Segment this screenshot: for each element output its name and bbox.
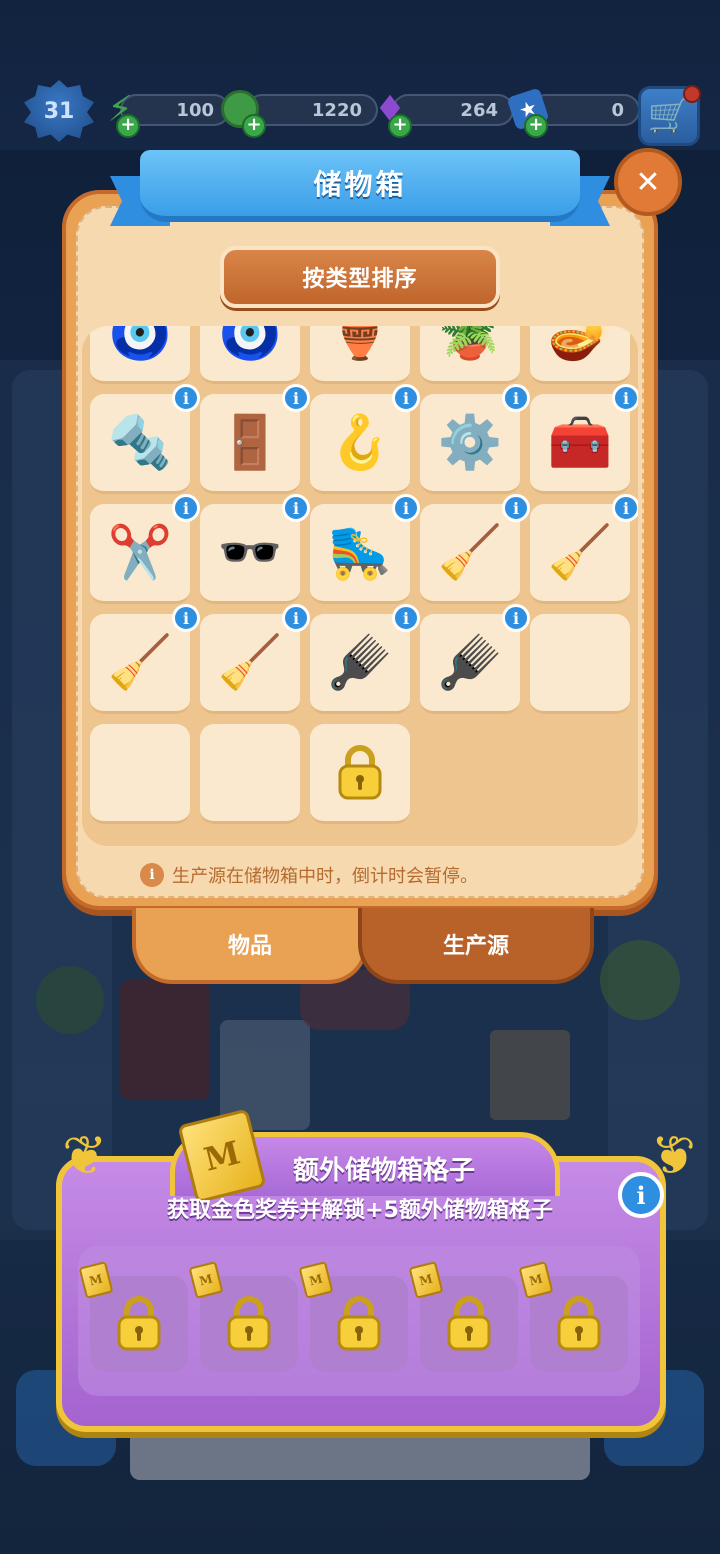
item-info-button[interactable]: i [172, 604, 200, 632]
door-panel-icon: 🚪 [217, 412, 283, 473]
dustpan-brush-icon: 🧹 [217, 632, 283, 693]
extra-locked-slot[interactable]: M [188, 1261, 298, 1372]
sort-by-type-button[interactable]: 按类型排序 [220, 246, 500, 308]
empty-slot [90, 724, 190, 824]
storage-item-scissors-rings[interactable]: ✂️ i [90, 494, 200, 604]
scrub-brush-icon: 🪮 [327, 632, 393, 693]
scrub-brush-icon: 🪮 [437, 632, 503, 693]
lock-icon [225, 1293, 273, 1355]
storage-item-scrub-brush[interactable]: 🪮 i [310, 604, 420, 714]
dustpan-brush-icon: 🧹 [107, 632, 173, 693]
storage-title: 储物箱 [140, 150, 580, 222]
close-button[interactable]: ✕ [614, 148, 682, 216]
gold-scroll-ornament-left: ❦ [62, 1124, 108, 1187]
storage-item-dustpan-brush[interactable]: 🧹 i [200, 604, 310, 714]
item-info-button[interactable]: i [502, 604, 530, 632]
lock-icon [445, 1293, 493, 1355]
shopping-cart-icon: 🛒 [647, 96, 691, 136]
storage-item-locket[interactable]: 🧿 [200, 326, 300, 384]
storage-item-green-vase[interactable]: 🏺 [310, 326, 410, 384]
lock-icon [555, 1293, 603, 1355]
add-energy-button[interactable]: + [116, 114, 140, 138]
green-vase-icon: 🏺 [327, 326, 393, 363]
storage-title-ribbon: 储物箱 [110, 150, 610, 230]
storage-item-flower-pot[interactable]: 🪴 [420, 326, 520, 384]
level-value: 31 [43, 98, 75, 124]
flower-pot-icon: 🪴 [437, 326, 503, 363]
knob-screws-icon: 🔩 [107, 412, 173, 473]
extra-locked-slot[interactable]: M [518, 1261, 628, 1372]
lock-icon [336, 742, 384, 804]
coin-value: 1220 [311, 99, 362, 121]
lock-icon [115, 1293, 163, 1355]
storage-item-mop[interactable]: 🧹 i [420, 494, 530, 604]
scissors-rings-icon: ✂️ [107, 522, 173, 583]
locket-icon: 🧿 [107, 326, 173, 363]
item-info-button[interactable]: i [502, 384, 530, 412]
mop-icon: 🧹 [437, 522, 503, 583]
coin-counter[interactable]: 1220 [246, 94, 378, 126]
info-icon: i [140, 863, 164, 887]
item-info-button[interactable]: i [612, 494, 638, 522]
notification-dot [683, 85, 701, 103]
item-info-button[interactable]: i [282, 604, 310, 632]
tab-items[interactable]: 物品 [132, 908, 368, 984]
close-icon: ✕ [635, 164, 661, 200]
item-info-button[interactable]: i [282, 384, 310, 412]
energy-value: 100 [176, 99, 214, 121]
storage-item-dustpan-brush[interactable]: 🧹 i [90, 604, 200, 714]
storage-grid[interactable]: 🧿 🧿 🏺 🪴 🪔 🔩 i 🚪 i 🪝 i ⚙️ i 🧰 i ✂️ i 🕶️ i 🛼 i 🧹 i 🧹 i 🧹 i 🧹 i 🪮 i 🪮 i [82, 326, 638, 846]
item-info-button[interactable]: i [282, 494, 310, 522]
star-value: 0 [611, 99, 624, 121]
tab-producers[interactable]: 生产源 [358, 908, 594, 984]
item-info-button[interactable]: i [392, 604, 420, 632]
extra-info-button[interactable]: i [618, 1172, 664, 1218]
top-hud: 31 100 ⚡ + 1220 + 264 ♦ + 0 ★ + 🛒 [20, 80, 701, 146]
item-info-button[interactable]: i [392, 494, 420, 522]
storage-note-text: 生产源在储物箱中时，倒计时会暂停。 [172, 866, 478, 887]
storage-item-locket[interactable]: 🧿 [90, 326, 190, 384]
locked-slot[interactable] [310, 724, 410, 824]
item-info-button[interactable]: i [502, 494, 530, 522]
nut-bolt-icon: ⚙️ [437, 412, 503, 473]
handle-icon: 🪝 [327, 412, 393, 473]
roller-skate-icon: 🛼 [327, 522, 393, 583]
extra-locked-slot[interactable]: M [298, 1261, 408, 1372]
add-coins-button[interactable]: + [242, 114, 266, 138]
extra-locked-slot[interactable]: M [78, 1261, 188, 1372]
item-info-button[interactable]: i [612, 384, 638, 412]
item-info-button[interactable]: i [392, 384, 420, 412]
item-info-button[interactable]: i [172, 384, 200, 412]
blue-chest-icon: 🧰 [547, 412, 613, 473]
storage-item-door-panel[interactable]: 🚪 i [200, 384, 310, 494]
storage-item-dustpan-brush[interactable]: 🧹 i [530, 494, 638, 604]
storage-item-nut-bolt[interactable]: ⚙️ i [420, 384, 530, 494]
storage-item-clay-lamp[interactable]: 🪔 [530, 326, 630, 384]
storage-item-blue-chest[interactable]: 🧰 i [530, 384, 638, 494]
clay-lamp-icon: 🪔 [547, 326, 613, 363]
extra-slots-subtitle: 获取金色奖券并解锁+5额外储物箱格子 [167, 1198, 553, 1223]
sunglasses-icon: 🕶️ [217, 522, 283, 583]
extra-slots-title: 额外储物箱格子 [292, 1156, 475, 1186]
gem-value: 264 [460, 99, 498, 121]
shop-button[interactable]: 🛒 [638, 85, 701, 146]
add-gems-button[interactable]: + [388, 114, 412, 138]
dustpan-brush-icon: 🧹 [547, 522, 613, 583]
storage-item-roller-skate[interactable]: 🛼 i [310, 494, 420, 604]
add-stars-button[interactable]: + [524, 114, 548, 138]
extra-locked-slot[interactable]: M [408, 1261, 518, 1372]
level-badge[interactable]: 31 [24, 80, 94, 142]
storage-note: i 生产源在储物箱中时，倒计时会暂停。 [140, 860, 580, 890]
lock-icon [335, 1293, 383, 1355]
storage-item-scrub-brush[interactable]: 🪮 i [420, 604, 530, 714]
empty-slot [200, 724, 300, 824]
storage-item-handle[interactable]: 🪝 i [310, 384, 420, 494]
storage-item-knob-screws[interactable]: 🔩 i [90, 384, 200, 494]
empty-slot [530, 614, 630, 714]
item-info-button[interactable]: i [172, 494, 200, 522]
locket-icon: 🧿 [217, 326, 283, 363]
storage-item-sunglasses[interactable]: 🕶️ i [200, 494, 310, 604]
